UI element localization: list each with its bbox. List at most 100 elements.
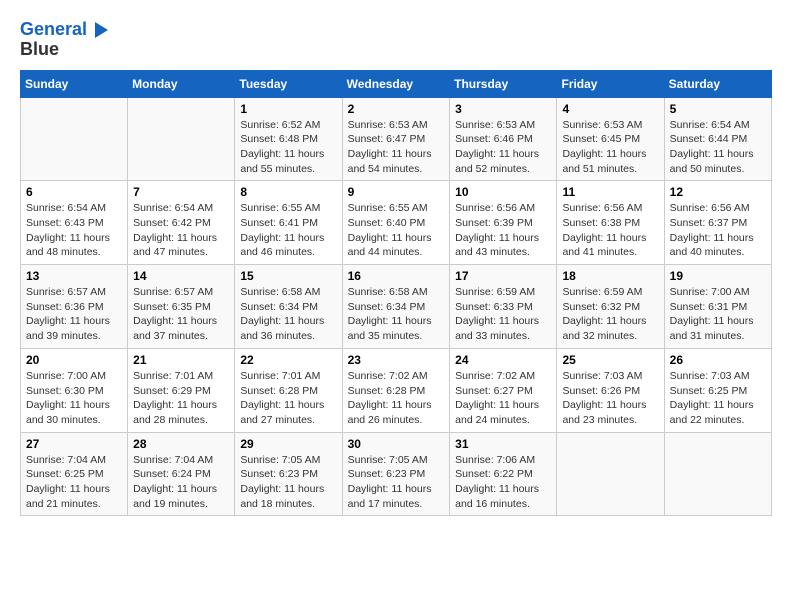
calendar-cell: 3 Sunrise: 6:53 AMSunset: 6:46 PMDaylight…	[450, 97, 557, 181]
calendar-cell: 27 Sunrise: 7:04 AMSunset: 6:25 PMDayligh…	[21, 432, 128, 516]
calendar-cell: 15Sunrise: 6:58 AMSunset: 6:34 PMDayligh…	[235, 265, 342, 349]
calendar-cell: 20 Sunrise: 7:00 AMSunset: 6:30 PMDayligh…	[21, 348, 128, 432]
calendar-cell: 19 Sunrise: 7:00 AMSunset: 6:31 PMDayligh…	[664, 265, 771, 349]
day-info: Sunrise: 6:56 AMSunset: 6:37 PMDaylight:…	[670, 201, 766, 260]
day-number: 24	[455, 353, 551, 367]
day-number: 14	[133, 269, 229, 283]
calendar-cell	[21, 97, 128, 181]
header-tuesday: Tuesday	[235, 70, 342, 97]
day-number: 12	[670, 185, 766, 199]
day-number: 2	[348, 102, 445, 116]
day-info: Sunrise: 6:59 AMSunset: 6:33 PMDaylight:…	[455, 285, 551, 344]
day-info: Sunrise: 6:54 AMSunset: 6:42 PMDaylight:…	[133, 201, 229, 260]
day-info: Sunrise: 7:00 AMSunset: 6:30 PMDaylight:…	[26, 369, 122, 428]
day-info: Sunrise: 6:57 AMSunset: 6:36 PMDaylight:…	[26, 285, 122, 344]
day-info: Sunrise: 6:58 AMSunset: 6:34 PMDaylight:…	[348, 285, 445, 344]
calendar-cell: 8 Sunrise: 6:55 AMSunset: 6:41 PMDaylight…	[235, 181, 342, 265]
calendar-cell: 9 Sunrise: 6:55 AMSunset: 6:40 PMDaylight…	[342, 181, 450, 265]
header-friday: Friday	[557, 70, 664, 97]
day-number: 6	[26, 185, 122, 199]
day-info: Sunrise: 6:53 AMSunset: 6:46 PMDaylight:…	[455, 118, 551, 177]
calendar-cell: 12 Sunrise: 6:56 AMSunset: 6:37 PMDayligh…	[664, 181, 771, 265]
day-number: 23	[348, 353, 445, 367]
day-number: 15	[240, 269, 336, 283]
day-number: 5	[670, 102, 766, 116]
day-number: 7	[133, 185, 229, 199]
day-number: 11	[562, 185, 658, 199]
day-number: 13	[26, 269, 122, 283]
calendar-cell	[557, 432, 664, 516]
day-number: 21	[133, 353, 229, 367]
day-info: Sunrise: 7:02 AMSunset: 6:28 PMDaylight:…	[348, 369, 445, 428]
day-info: Sunrise: 6:56 AMSunset: 6:39 PMDaylight:…	[455, 201, 551, 260]
day-info: Sunrise: 6:55 AMSunset: 6:41 PMDaylight:…	[240, 201, 336, 260]
week-row-4: 20 Sunrise: 7:00 AMSunset: 6:30 PMDayligh…	[21, 348, 772, 432]
day-number: 26	[670, 353, 766, 367]
logo-text: General	[20, 20, 108, 40]
calendar-cell: 30Sunrise: 7:05 AMSunset: 6:23 PMDayligh…	[342, 432, 450, 516]
week-row-3: 13 Sunrise: 6:57 AMSunset: 6:36 PMDayligh…	[21, 265, 772, 349]
day-number: 17	[455, 269, 551, 283]
calendar-cell: 17 Sunrise: 6:59 AMSunset: 6:33 PMDayligh…	[450, 265, 557, 349]
day-info: Sunrise: 6:55 AMSunset: 6:40 PMDaylight:…	[348, 201, 445, 260]
day-info: Sunrise: 7:04 AMSunset: 6:25 PMDaylight:…	[26, 453, 122, 512]
logo-arrow-shape	[95, 22, 108, 38]
day-info: Sunrise: 7:01 AMSunset: 6:28 PMDaylight:…	[240, 369, 336, 428]
day-info: Sunrise: 6:56 AMSunset: 6:38 PMDaylight:…	[562, 201, 658, 260]
day-info: Sunrise: 7:00 AMSunset: 6:31 PMDaylight:…	[670, 285, 766, 344]
calendar-cell: 28 Sunrise: 7:04 AMSunset: 6:24 PMDayligh…	[128, 432, 235, 516]
day-number: 27	[26, 437, 122, 451]
calendar-cell: 7 Sunrise: 6:54 AMSunset: 6:42 PMDaylight…	[128, 181, 235, 265]
calendar-cell: 4Sunrise: 6:53 AMSunset: 6:45 PMDaylight…	[557, 97, 664, 181]
header-saturday: Saturday	[664, 70, 771, 97]
day-info: Sunrise: 6:54 AMSunset: 6:43 PMDaylight:…	[26, 201, 122, 260]
day-info: Sunrise: 7:06 AMSunset: 6:22 PMDaylight:…	[455, 453, 551, 512]
calendar-table: SundayMondayTuesdayWednesdayThursdayFrid…	[20, 70, 772, 517]
calendar-cell: 23 Sunrise: 7:02 AMSunset: 6:28 PMDayligh…	[342, 348, 450, 432]
day-info: Sunrise: 7:02 AMSunset: 6:27 PMDaylight:…	[455, 369, 551, 428]
calendar-cell: 21 Sunrise: 7:01 AMSunset: 6:29 PMDayligh…	[128, 348, 235, 432]
header-thursday: Thursday	[450, 70, 557, 97]
day-info: Sunrise: 6:53 AMSunset: 6:45 PMDaylight:…	[562, 118, 658, 177]
week-row-5: 27 Sunrise: 7:04 AMSunset: 6:25 PMDayligh…	[21, 432, 772, 516]
calendar-header-row: SundayMondayTuesdayWednesdayThursdayFrid…	[21, 70, 772, 97]
calendar-cell: 6 Sunrise: 6:54 AMSunset: 6:43 PMDaylight…	[21, 181, 128, 265]
day-number: 8	[240, 185, 336, 199]
calendar-cell: 13 Sunrise: 6:57 AMSunset: 6:36 PMDayligh…	[21, 265, 128, 349]
day-number: 25	[562, 353, 658, 367]
day-number: 20	[26, 353, 122, 367]
day-number: 28	[133, 437, 229, 451]
day-number: 16	[348, 269, 445, 283]
day-info: Sunrise: 7:03 AMSunset: 6:25 PMDaylight:…	[670, 369, 766, 428]
calendar-cell: 18Sunrise: 6:59 AMSunset: 6:32 PMDayligh…	[557, 265, 664, 349]
page-header: General Blue	[20, 20, 772, 60]
day-number: 31	[455, 437, 551, 451]
day-number: 3	[455, 102, 551, 116]
header-wednesday: Wednesday	[342, 70, 450, 97]
day-number: 18	[562, 269, 658, 283]
day-number: 10	[455, 185, 551, 199]
day-info: Sunrise: 7:05 AMSunset: 6:23 PMDaylight:…	[240, 453, 336, 512]
calendar-cell: 24 Sunrise: 7:02 AMSunset: 6:27 PMDayligh…	[450, 348, 557, 432]
day-number: 1	[240, 102, 336, 116]
week-row-1: 1 Sunrise: 6:52 AMSunset: 6:48 PMDaylight…	[21, 97, 772, 181]
day-info: Sunrise: 7:03 AMSunset: 6:26 PMDaylight:…	[562, 369, 658, 428]
calendar-cell: 22 Sunrise: 7:01 AMSunset: 6:28 PMDayligh…	[235, 348, 342, 432]
logo-general: General	[20, 19, 87, 39]
day-number: 9	[348, 185, 445, 199]
day-info: Sunrise: 7:01 AMSunset: 6:29 PMDaylight:…	[133, 369, 229, 428]
calendar-cell	[128, 97, 235, 181]
logo-blue: Blue	[20, 40, 108, 60]
day-info: Sunrise: 6:54 AMSunset: 6:44 PMDaylight:…	[670, 118, 766, 177]
calendar-cell: 10 Sunrise: 6:56 AMSunset: 6:39 PMDayligh…	[450, 181, 557, 265]
day-info: Sunrise: 6:52 AMSunset: 6:48 PMDaylight:…	[240, 118, 336, 177]
day-info: Sunrise: 7:04 AMSunset: 6:24 PMDaylight:…	[133, 453, 229, 512]
calendar-cell: 14 Sunrise: 6:57 AMSunset: 6:35 PMDayligh…	[128, 265, 235, 349]
calendar-cell: 29Sunrise: 7:05 AMSunset: 6:23 PMDayligh…	[235, 432, 342, 516]
day-number: 22	[240, 353, 336, 367]
calendar-cell: 26 Sunrise: 7:03 AMSunset: 6:25 PMDayligh…	[664, 348, 771, 432]
day-number: 19	[670, 269, 766, 283]
calendar-cell: 11 Sunrise: 6:56 AMSunset: 6:38 PMDayligh…	[557, 181, 664, 265]
day-info: Sunrise: 6:57 AMSunset: 6:35 PMDaylight:…	[133, 285, 229, 344]
week-row-2: 6 Sunrise: 6:54 AMSunset: 6:43 PMDaylight…	[21, 181, 772, 265]
